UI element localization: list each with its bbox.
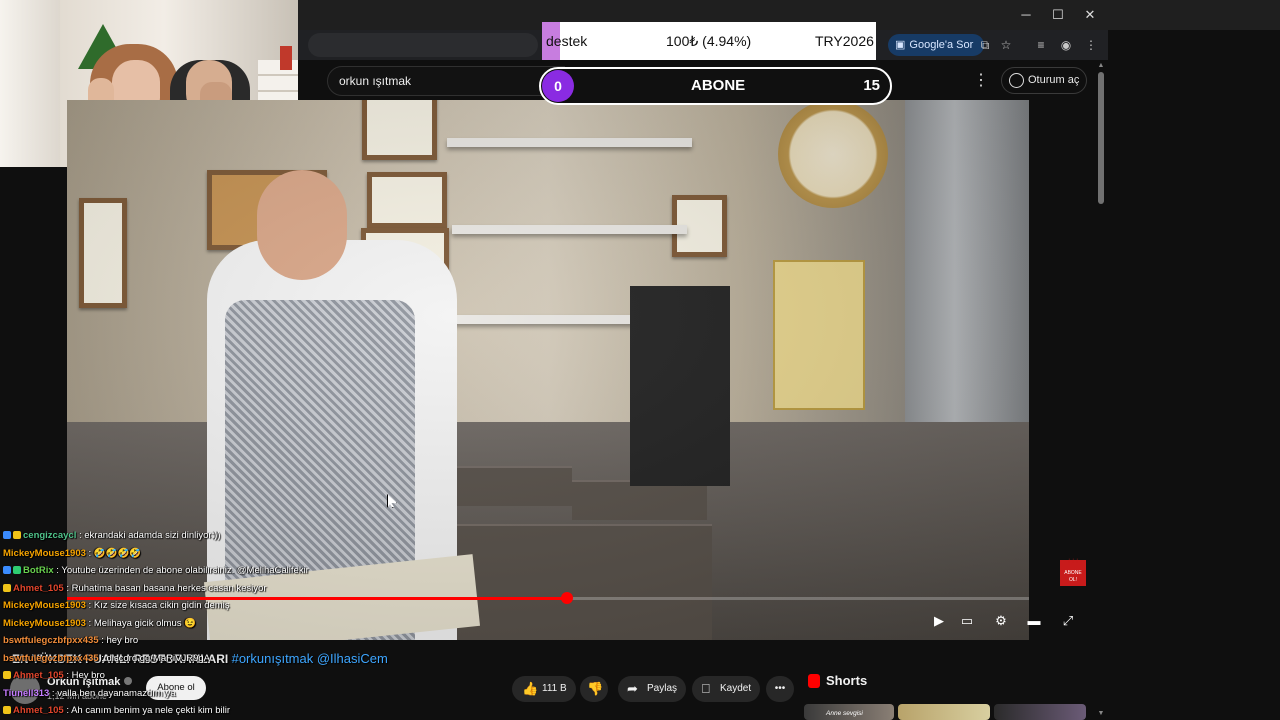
chat-message: cengizcaycl : ekrandaki adamda sizi dinl… [3,530,221,541]
autoplay-toggle-icon[interactable]: ▶ [928,612,950,630]
chat-message: Ahmet_105 : Ruhatima basan basana herkes… [3,583,266,594]
down-arrows-icon: ↓↓↓ [1067,556,1079,565]
chat-text: : 🤣🤣🤣🤣 [85,547,142,559]
thumbs-down-icon: 👎 [587,681,604,696]
chat-username: MickeyMouse1903 [3,600,86,611]
stream-chat-overlay: cengizcaycl : ekrandaki adamda sizi dinl… [0,526,470,720]
chat-username: bswtfulegczbfpxx435 [3,635,99,646]
google-lens-icon: ▣ [895,39,906,51]
chat-badge-icon [3,671,11,679]
scrollbar-thumb[interactable] [1098,72,1104,204]
thumbs-up-icon: 👍 [522,681,539,696]
minimize-button[interactable]: ─ [1010,5,1042,25]
chat-username: Ahmet_105 [13,705,64,716]
scroll-down-icon[interactable]: ▼ [1097,710,1105,717]
close-window-button[interactable]: ✕ [1074,5,1106,25]
chat-text: : valla ben dayanamazdım ya [49,687,176,699]
sign-in-button[interactable]: Oturum aç [1001,67,1087,94]
chat-message: MickeyMouse1903 : Kız size kısaca cikin … [3,600,230,611]
chat-badge-icon [13,531,21,539]
profile-icon[interactable]: ◉ [1056,36,1076,54]
subscriber-count-current: 0 [542,70,574,102]
chat-message: bswtfulegczbfpxx435 : hey bro [3,635,138,646]
donation-code: TRY2026 [815,33,874,49]
chat-badge-icon [13,566,21,574]
chat-badge-icon [3,706,11,714]
install-app-icon[interactable]: ⧉ [975,36,995,54]
chat-text: : hey bro [98,635,139,646]
chat-badge-icon [3,566,11,574]
chat-username: MickeyMouse1903 [3,617,86,629]
chat-username: cengizcaycl [23,530,77,541]
decoration [280,46,292,70]
more-actions-button[interactable]: ••• [766,676,794,702]
shorts-heading: Shorts [826,673,868,688]
chat-text: : ekrandaki adamda sizi dinliyor:)) [76,530,221,541]
chat-text: : Ruhatima basan basana herkes casan kes… [63,582,267,594]
share-icon: ➦ [627,681,638,696]
chat-badge-icon [3,531,11,539]
chat-text: : Youtube üzerinden de abone olabilirsin… [53,565,309,576]
like-button[interactable]: 👍 111 B [512,676,576,702]
chat-username: Ahmet_105 [13,670,64,681]
chat-username: Ahmet_105 [13,582,64,594]
chat-text: : Melihaya gicik olmus 😉 [85,617,196,629]
address-bar[interactable] [308,33,538,57]
chat-text: : discord.gg/MaRiVJR9gA [98,652,210,664]
media-controls-icon[interactable]: ≡ [1031,36,1051,54]
donation-amount: 100₺ (4.94%) [666,33,752,49]
save-button[interactable]: ⎕ Kaydet [692,676,760,702]
chat-message: Tiunell313 : valla ben dayanamazdım ya [3,688,176,699]
scroll-up-icon[interactable]: ▲ [1097,62,1105,69]
chat-username: Tiunell313 [3,687,50,699]
share-button[interactable]: ➦ Paylaş [618,676,686,702]
shorts-thumbnail[interactable] [994,704,1086,720]
chat-message: Ahmet_105 : Ah canım benim ya nele çekti… [3,705,230,716]
theater-mode-icon[interactable]: ▬ [1023,612,1045,630]
chat-message: MickeyMouse1903 : 🤣🤣🤣🤣 [3,548,141,559]
chat-message: Ahmet_105 : Hey bro [3,670,105,681]
chat-badge-icon [3,583,11,592]
bookmark-star-icon[interactable]: ☆ [996,36,1016,54]
google-sor-button[interactable]: ▣ Google'a Sor [888,34,985,56]
shorts-thumbnail[interactable]: Anne sevgisi [804,704,894,720]
settings-gear-icon[interactable]: ⚙ [990,612,1012,630]
settings-menu-icon[interactable]: ⋮ [973,70,989,90]
bookmark-icon: ⎕ [702,681,710,696]
chrome-menu-icon[interactable]: ⋮ [1081,36,1101,54]
subscribe-watermark[interactable]: ↓↓↓ ABONE OL! [1060,556,1086,586]
chat-text: : Hey bro [63,670,105,681]
subtitles-icon[interactable]: ▭ [956,612,978,630]
shorts-thumbnail[interactable] [898,704,990,720]
shorts-icon [808,674,820,688]
chat-text: : Ah canım benim ya nele çekti kim bilir [63,705,231,716]
donation-label: destek [546,33,588,49]
chat-text: : Kız size kısaca cikin gidin demiş [85,600,230,611]
search-input[interactable]: orkun ışıtmak [327,66,565,96]
chat-username: MickeyMouse1903 [3,547,86,559]
donation-goal-overlay: destek 100₺ (4.94%) TRY2026 [542,22,876,60]
chat-username: BotRix [23,565,54,576]
chat-message: bswtfulegczbfpxx435 : discord.gg/MaRiVJR… [3,653,210,664]
subscriber-goal-overlay: 0 ABONE 15 [539,67,892,105]
subscriber-goal-label: ABONE [691,77,746,94]
chat-message: MickeyMouse1903 : Melihaya gicik olmus 😉 [3,618,196,629]
chat-username: bswtfulegczbfpxx435 [3,652,99,664]
subscriber-goal-target: 15 [863,77,880,94]
fullscreen-icon[interactable]: ⤢ [1057,612,1079,630]
screen: ─ ☐ ✕ ▣ Google'a Sor ⧉ ☆ ≡ ◉ ⋮ orkun ışıt… [0,0,1280,720]
maximize-button[interactable]: ☐ [1042,5,1074,25]
account-icon [1009,73,1024,88]
chat-message: BotRix : Youtube üzerinden de abone olab… [3,565,309,576]
curtain [0,0,60,167]
dislike-button[interactable]: 👎 [580,676,608,702]
page-scrollbar[interactable] [1097,62,1105,720]
